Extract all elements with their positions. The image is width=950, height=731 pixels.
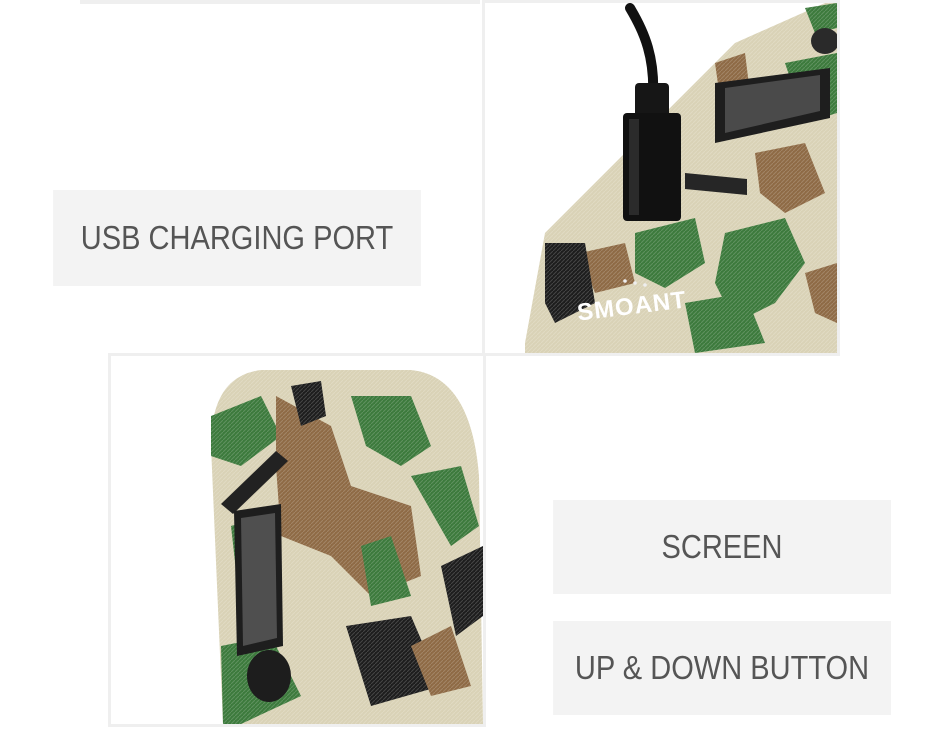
oled-screen-icon	[234, 504, 283, 656]
photo-screen-buttons	[108, 353, 486, 727]
photo-usb-port: SMOANT	[482, 0, 840, 356]
buttons-label: UP & DOWN BUTTON	[553, 621, 891, 715]
adjust-button-icon	[247, 650, 291, 702]
screen-label: SCREEN	[553, 500, 891, 594]
usb-port-label: USB CHARGING PORT	[53, 190, 421, 286]
top-divider	[80, 0, 480, 4]
device-side-illustration	[111, 356, 483, 724]
